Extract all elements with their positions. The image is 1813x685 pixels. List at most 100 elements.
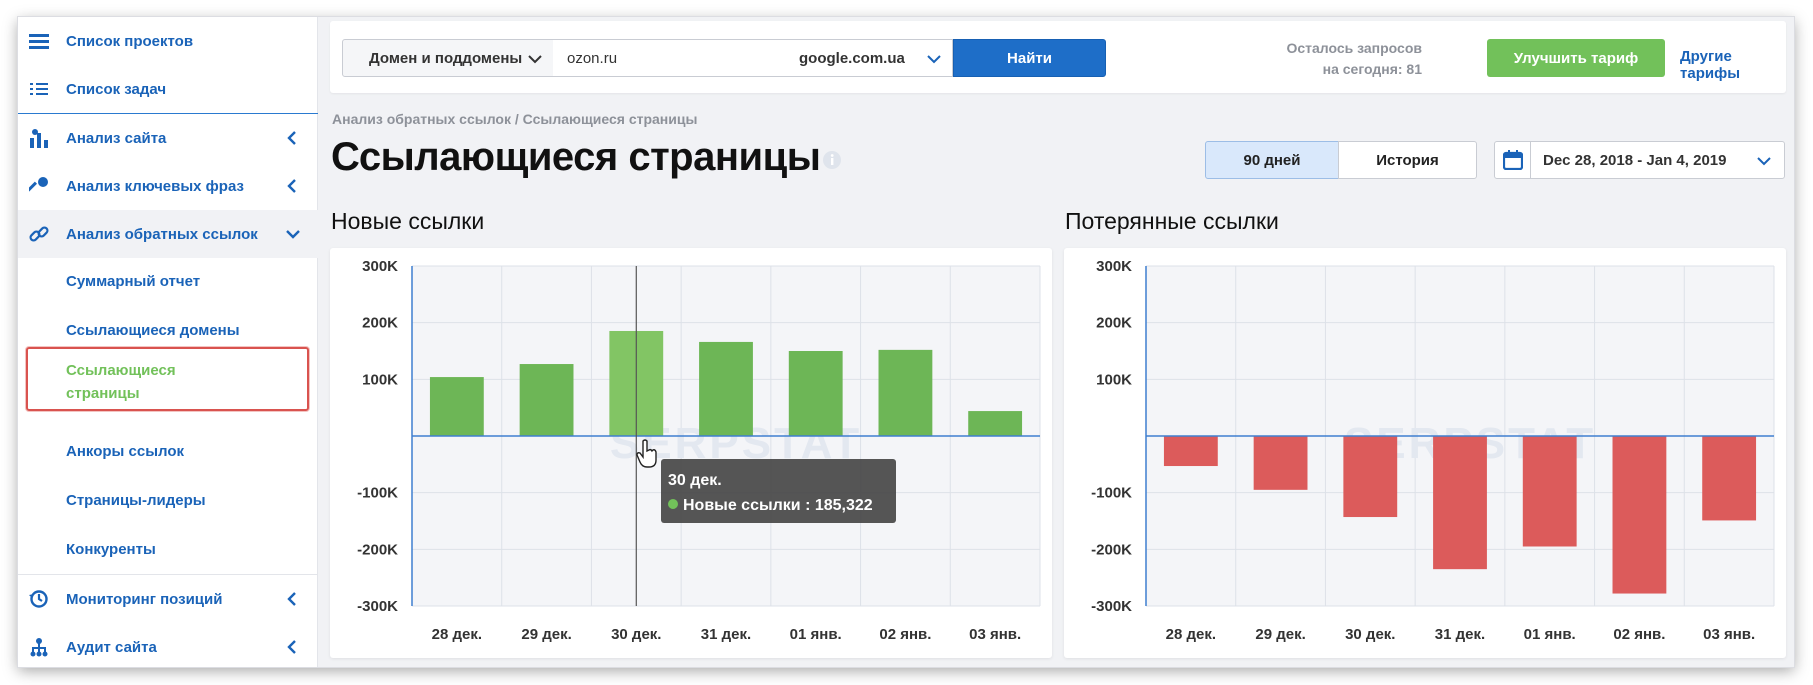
period-90-days-button[interactable]: 90 дней [1205,141,1339,179]
tooltip-row: Новые ссылки : 185,322 [668,493,896,518]
y-tick-label: 100K [1096,371,1132,388]
bar [968,411,1023,436]
sidebar-item-projects[interactable]: Список проектов [18,17,318,65]
page-title: Ссылающиеся страницы [331,135,821,179]
y-tick-label: 200K [1096,315,1132,332]
scope-select-value: Домен и поддомены [369,49,523,67]
sidebar: Список проектов Список задач Анализ сайт… [18,17,318,667]
scope-select[interactable]: Домен и поддомены [342,39,554,77]
list-icon [28,82,50,96]
legend-dot [668,499,678,509]
calendar-icon [1495,142,1531,178]
sidebar-item-label: Аудит сайта [66,638,157,656]
x-tick-label: 31 дек. [701,626,751,643]
find-button[interactable]: Найти [953,39,1106,77]
search-bar: Домен и поддомены ozon.ru google.com.ua … [330,21,1786,93]
sidebar-item-label: Анализ обратных ссылок [66,225,258,243]
sidebar-item-keywords[interactable]: Анализ ключевых фраз [18,162,318,210]
y-tick-label: -300K [357,598,398,615]
sidebar-subitem-ref-domains[interactable]: Ссылающиеся домены [66,322,240,339]
requests-remaining-line1: Осталось запросов [1286,40,1422,56]
info-icon[interactable] [821,149,843,171]
bar [878,349,933,436]
period-history-button[interactable]: История [1338,141,1477,179]
sidebar-subitem-label-line2: страницы [66,385,140,402]
menu-icon [28,33,50,49]
chevron-down-icon [286,230,300,239]
tooltip-date: 30 дек. [668,472,722,489]
y-tick-label: -100K [357,485,398,502]
y-tick-label: 300K [362,258,398,275]
search-engine-value: google.com.ua [799,49,905,67]
sidebar-subitem-anchors[interactable]: Анкоры ссылок [66,443,184,460]
y-tick-label: -200K [1091,541,1132,558]
sitemap-icon [28,637,50,657]
app-frame: Список проектов Список задач Анализ сайт… [18,17,1794,667]
tooltip-series: Новые ссылки [683,497,801,514]
history-icon [28,589,50,609]
x-tick-label: 01 янв. [1524,626,1576,643]
chevron-down-icon [1757,157,1771,166]
sidebar-subitem-top-pages[interactable]: Страницы-лидеры [66,492,206,509]
x-tick-label: 29 дек. [1255,626,1305,643]
site-analysis-icon [28,128,50,148]
key-icon [28,176,50,196]
x-tick-label: 28 дек. [1166,626,1216,643]
new-links-chart: 300K 200K 100K -100K -200K -300K 28 дек. 29 дек… [330,248,1052,658]
y-tick-label: 200K [362,315,398,332]
lost-links-title: Потерянные ссылки [1065,208,1279,234]
sidebar-item-tasks[interactable]: Список задач [18,65,318,113]
sidebar-item-site-audit[interactable]: Аудит сайта [18,623,318,667]
chevron-down-icon [927,55,941,64]
bar [1522,436,1577,547]
sidebar-item-label: Анализ сайта [66,129,167,147]
sidebar-item-rank-tracking[interactable]: Мониторинг позиций [18,575,318,623]
date-range-value: Dec 28, 2018 - Jan 4, 2019 [1543,151,1727,169]
y-tick-label: -200K [357,541,398,558]
bar [429,377,484,436]
bar [1433,436,1487,570]
x-tick-label: 31 дек. [1435,626,1485,643]
sidebar-subitem-summary[interactable]: Суммарный отчет [66,273,200,290]
sidebar-subitem-competitors[interactable]: Конкуренты [66,541,156,558]
bar [1702,436,1757,521]
bar [1612,436,1667,594]
tooltip-value: 185,322 [814,497,873,514]
x-tick-label: 03 янв. [1703,626,1755,643]
chevron-left-icon [287,592,296,606]
new-links-title: Новые ссылки [331,208,485,234]
x-tick-label: 02 янв. [1613,626,1665,643]
bar [519,364,574,436]
bar [1163,436,1218,467]
bar [1343,436,1398,518]
x-tick-label: 03 янв. [969,626,1021,643]
y-tick-label: 100K [362,371,398,388]
sidebar-item-label: Мониторинг позиций [66,590,223,608]
date-range-picker[interactable]: Dec 28, 2018 - Jan 4, 2019 [1494,141,1785,179]
x-tick-label: 30 дек. [1345,626,1395,643]
chevron-left-icon [287,640,296,654]
requests-remaining: Осталось запросов на сегодня: 81 [1286,38,1422,80]
chevron-down-icon [528,55,542,64]
x-tick-label: 01 янв. [790,626,842,643]
hand-cursor-icon [636,439,657,468]
y-tick-label: 300K [1096,258,1132,275]
bar [699,341,753,436]
lost-links-chart: 300K 200K 100K -100K -200K -300K 28 дек. 29 дек… [1064,248,1786,658]
sidebar-item-label: Список проектов [66,32,194,50]
chart-tooltip: 30 дек. Новые ссылки : 185,322 [661,459,896,523]
upgrade-plan-button[interactable]: Улучшить тариф [1487,39,1665,77]
x-tick-label: 30 дек. [611,626,661,643]
other-tariffs-link[interactable]: Другие тарифы [1680,48,1786,82]
sidebar-item-backlinks[interactable]: Анализ обратных ссылок [18,210,318,258]
domain-input[interactable]: ozon.ru [553,39,790,77]
sidebar-subitem-ref-pages[interactable]: Ссылающиеся страницы [26,347,309,411]
chevron-left-icon [287,131,296,145]
lost-links-chart-svg: 300K 200K 100K -100K -200K -300K 28 дек. 29 дек… [1091,258,1775,643]
search-engine-select[interactable]: google.com.ua [789,39,953,77]
sidebar-subitem-label-line1: Ссылающиеся [66,362,176,379]
bar [788,351,843,436]
y-tick-label: -300K [1091,598,1132,615]
chevron-left-icon [287,179,296,193]
sidebar-item-site-analysis[interactable]: Анализ сайта [18,114,318,162]
